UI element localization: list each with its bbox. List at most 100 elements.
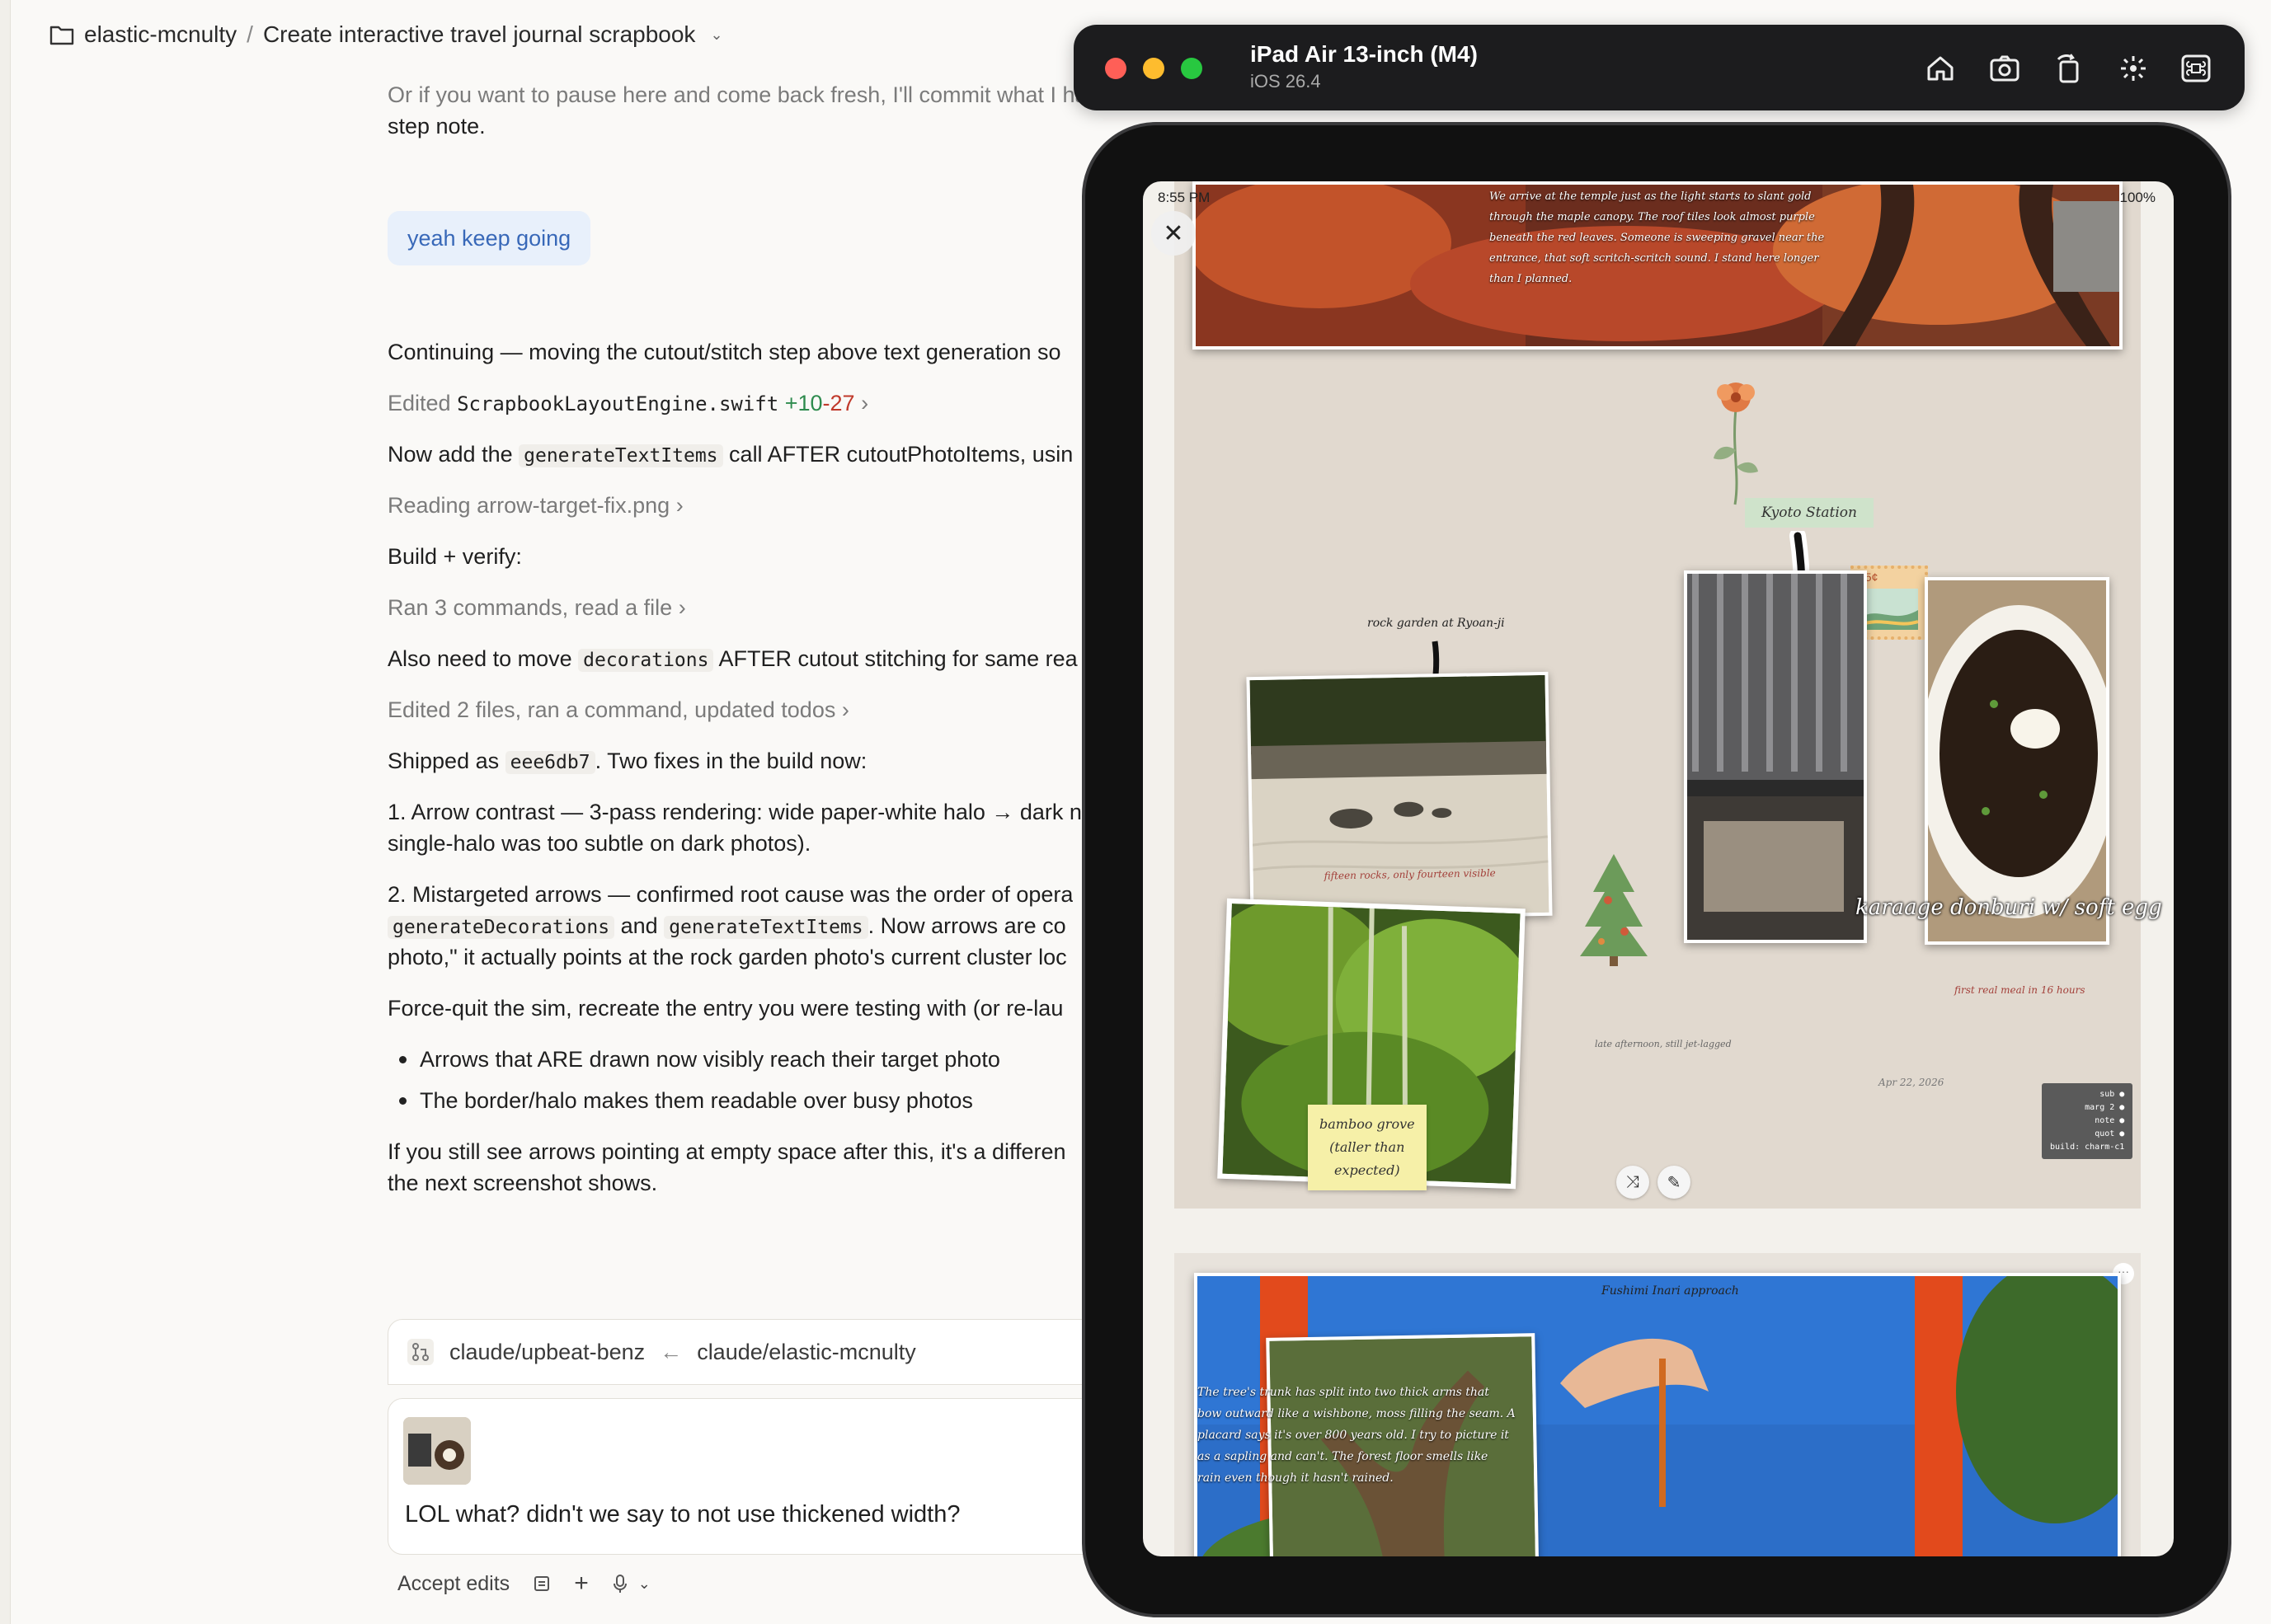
minimize-window-button[interactable] — [1143, 58, 1164, 79]
text-run: . Two fixes in the build now: — [595, 749, 867, 773]
edit-pencil-icon[interactable]: ✎ — [1657, 1166, 1690, 1199]
inline-code: decorations — [578, 649, 714, 672]
user-message-bubble: yeah keep going — [388, 211, 591, 265]
karaage-caption: karaage donburi w/ soft egg — [1855, 895, 2162, 920]
breadcrumb: elastic-mcnulty / Create interactive tra… — [49, 18, 723, 51]
microphone-icon[interactable] — [612, 1574, 628, 1593]
chevron-right-icon: › — [861, 391, 869, 415]
reading-file: arrow-target-fix.png — [477, 493, 670, 518]
tool-edit-summary[interactable]: Edited ScrapbookLayoutEngine.swift +10-2… — [388, 387, 868, 420]
scrapbook-page[interactable]: ··· Fushimi Inari approach The tree's tr… — [1174, 1253, 2154, 1556]
text-run: Also need to move — [388, 646, 572, 671]
branch-icon — [407, 1339, 434, 1365]
debug-overlay: sub ● marg 2 ● note ● quot ● build: char… — [2042, 1083, 2133, 1159]
reading-label: Reading — [388, 493, 471, 518]
tool-read-summary[interactable]: Reading arrow-target-fix.png › — [388, 490, 684, 521]
shake-icon[interactable] — [2116, 51, 2151, 86]
assistant-text: photo," it actually points at the rock g… — [388, 945, 1067, 969]
entry-date: Apr 22, 2026 — [1878, 1077, 1944, 1088]
chevron-down-icon[interactable]: ⌄ — [710, 26, 722, 44]
diff-added: +10 — [784, 391, 823, 415]
edited-label: Edited — [388, 391, 451, 415]
karaage-photo[interactable] — [1920, 577, 2118, 945]
station-image — [1687, 574, 1864, 940]
scrapbook-page[interactable]: We arrive at the temple just as the ligh… — [1174, 181, 2162, 1209]
list-item-text: The border/halo makes them readable over… — [420, 1088, 973, 1113]
tree-journal-text: The tree's trunk has split into two thic… — [1197, 1386, 1516, 1485]
flower-sticker-icon — [1714, 383, 1758, 505]
project-name[interactable]: elastic-mcnulty — [84, 21, 237, 48]
assistant-text: 2. Mistargeted arrows — confirmed root c… — [388, 882, 1074, 907]
simulator-titlebar: iPad Air 13-inch (M4) iOS 26.4 — [1074, 25, 2245, 110]
tool-edits-summary[interactable]: Edited 2 files, ran a command, updated t… — [388, 694, 849, 725]
branch-target[interactable]: claude/upbeat-benz — [449, 1340, 645, 1365]
list-item: The border/halo makes them readable over… — [399, 1085, 973, 1116]
device-name: iPad Air 13-inch (M4) — [1250, 41, 1478, 67]
assistant-text: single-halo was too subtle on dark photo… — [388, 831, 811, 856]
inline-code: generateDecorations — [388, 916, 615, 939]
rock-garden-image — [1249, 674, 1549, 918]
status-time: 8:55 PM — [1158, 190, 1211, 205]
assistant-text: If you still see arrows pointing at empt… — [388, 1139, 1066, 1164]
maple-temple-photo[interactable]: We arrive at the temple just as the ligh… — [1187, 181, 2123, 350]
user-message: yeah keep going — [388, 211, 591, 265]
chevron-right-icon: › — [841, 697, 849, 722]
edits-label: Edited 2 files, ran a command, updated t… — [388, 697, 836, 722]
shuffle-icon[interactable]: ⤨ — [1616, 1166, 1649, 1199]
assistant-text: Force-quit the sim, recreate the entry y… — [388, 996, 1064, 1021]
screenshot-icon[interactable] — [1987, 51, 2022, 86]
list-item-text: Arrows that ARE drawn now visibly reach … — [420, 1047, 1000, 1072]
late-afternoon-caption: late afternoon, still jet-lagged — [1595, 1039, 1732, 1049]
arrow-left-icon: ← — [660, 1339, 683, 1364]
notes-icon[interactable] — [533, 1575, 551, 1593]
close-icon[interactable]: ✕ — [1151, 211, 1196, 256]
chevron-down-icon[interactable]: ⌄ — [638, 1575, 651, 1593]
close-window-button[interactable] — [1105, 58, 1126, 79]
conversation-title[interactable]: Create interactive travel journal scrapb… — [263, 21, 695, 48]
assistant-text: step note. — [388, 114, 486, 138]
rotate-icon[interactable] — [2052, 51, 2086, 86]
bullet-dot — [399, 1056, 407, 1063]
attachment-thumbnail[interactable] — [403, 1417, 471, 1485]
branch-source[interactable]: claude/elastic-mcnulty — [697, 1340, 916, 1365]
assistant-text: Or if you want to pause here and come ba… — [388, 82, 1088, 107]
home-icon[interactable] — [1923, 51, 1958, 86]
list-item: Arrows that ARE drawn now visibly reach … — [399, 1044, 1000, 1075]
composer-toolbar: Accept edits + ⌄ — [397, 1570, 651, 1598]
assistant-text: Also need to move decorations AFTER cuto… — [388, 643, 1078, 676]
folder-icon — [49, 26, 74, 45]
device-os: iOS 26.4 — [1250, 71, 1321, 92]
sidebar-edge — [0, 0, 11, 1624]
composer-input[interactable]: LOL what? didn't we say to not use thick… — [405, 1501, 961, 1528]
rock-garden-label: rock garden at Ryoan-ji — [1367, 617, 1505, 630]
karaage-image — [1920, 580, 2118, 941]
status-battery: 100% — [2119, 190, 2156, 205]
text-run: and — [620, 913, 658, 938]
zoom-window-button[interactable] — [1181, 58, 1202, 79]
message-composer[interactable]: LOL what? didn't we say to not use thick… — [388, 1398, 1130, 1555]
ipad-screen: 8:55 PM 100% ✕ We arrive at the temple j… — [1143, 181, 2174, 1556]
inline-code: generateTextItems — [519, 444, 723, 467]
accept-edits-toggle[interactable]: Accept edits — [397, 1572, 510, 1596]
bamboo-sticky-note[interactable]: bamboo grove (taller than expected) — [1308, 1105, 1427, 1190]
assistant-text: generateDecorations and generateTextItem… — [388, 910, 1066, 943]
text-run: AFTER cutout stitching for same rea — [718, 646, 1078, 671]
fushimi-label: Fushimi Inari approach — [1601, 1284, 1739, 1298]
kyoto-station-photo[interactable] — [1684, 570, 1867, 943]
chevron-right-icon: › — [678, 595, 686, 620]
rock-garden-photo[interactable]: fifteen rocks, only fourteen visible — [1246, 671, 1553, 922]
command-icon[interactable] — [2179, 51, 2213, 86]
assistant-text: Continuing — moving the cutout/stitch st… — [388, 340, 1061, 364]
branch-bar[interactable]: claude/upbeat-benz ← claude/elastic-mcnu… — [388, 1319, 1130, 1385]
tool-commands-summary[interactable]: Ran 3 commands, read a file › — [388, 592, 686, 623]
diff-removed: -27 — [822, 391, 855, 415]
assistant-text: Now add the generateTextItems call AFTER… — [388, 439, 1073, 472]
tree-sticker-icon — [1580, 854, 1648, 966]
bullet-dot — [399, 1097, 407, 1105]
inline-code: generateTextItems — [664, 916, 868, 939]
first-meal-caption: first real meal in 16 hours — [1954, 984, 2085, 996]
assistant-text: the next screenshot shows. — [388, 1171, 658, 1195]
stamp-landscape-icon — [1860, 589, 1918, 630]
kyoto-station-tag[interactable]: Kyoto Station — [1745, 498, 1874, 528]
add-icon[interactable]: + — [574, 1570, 589, 1598]
